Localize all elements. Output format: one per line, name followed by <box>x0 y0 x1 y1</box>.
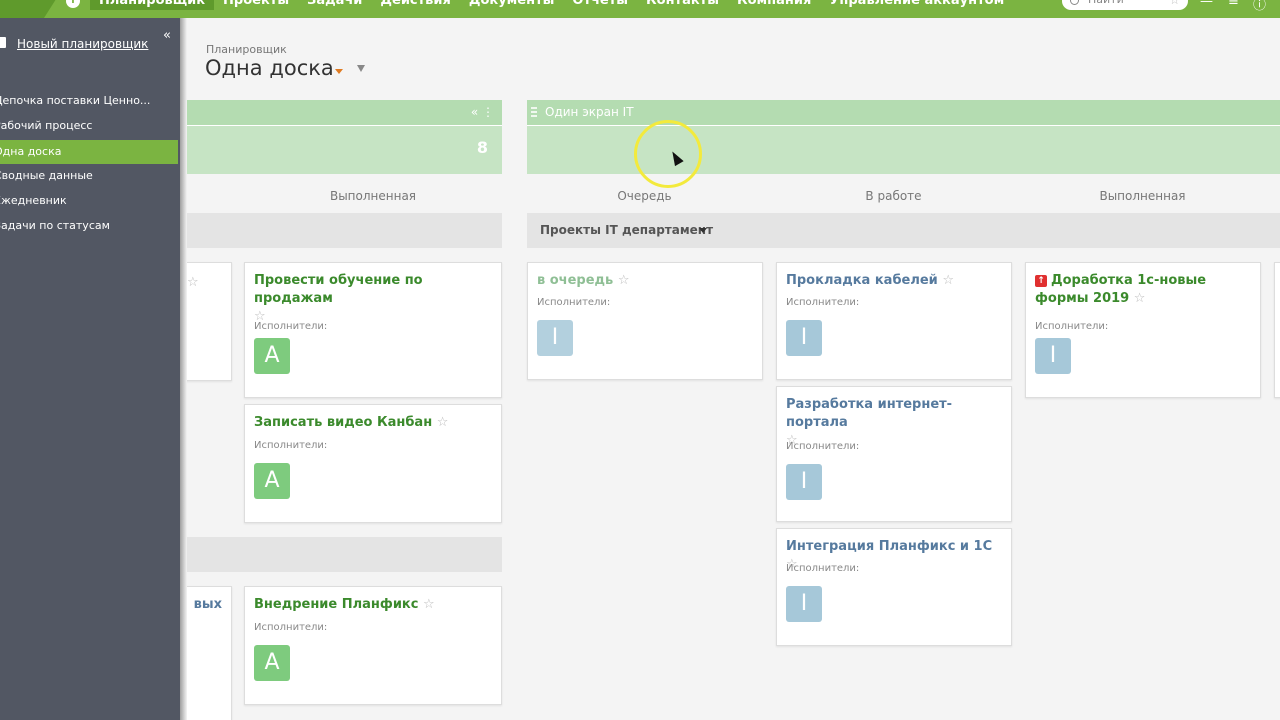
breadcrumb[interactable]: Планировщик <box>206 43 287 56</box>
task-card[interactable]: Интеграция Планфикс и 1С ☆ Исполнители: … <box>776 528 1012 646</box>
star-icon[interactable]: ☆ <box>618 273 630 288</box>
sidebar-item-workflow[interactable]: Рабочий процесс <box>0 114 178 138</box>
group-title: Один экран IT <box>545 105 634 119</box>
sidebar-item-summary[interactable]: Сводные данные <box>0 164 178 188</box>
task-card[interactable]: в очередь ☆ Исполнители: I <box>527 262 763 380</box>
column-queue: Очередь <box>617 189 672 203</box>
column-in-work: В работе <box>865 189 922 203</box>
assignee-avatar[interactable]: I <box>537 320 573 356</box>
group-task-count: 8 <box>476 138 488 157</box>
planner-title-link[interactable]: Новый планировщик <box>17 37 148 51</box>
high-priority-icon: ↑ <box>1035 275 1047 287</box>
assignees-label: Исполнители: <box>786 563 860 574</box>
sidebar-item-one-board[interactable]: Одна доска <box>0 140 178 164</box>
nav-projects[interactable]: Проекты <box>214 0 298 10</box>
sidebar-item-diary[interactable]: Ежедневник <box>0 189 178 213</box>
nav-contacts[interactable]: Контакты <box>637 0 728 10</box>
task-title[interactable]: в очередь ☆ <box>537 272 753 290</box>
notifications-icon[interactable]: ≡ <box>1228 0 1239 9</box>
nav-documents[interactable]: Документы <box>460 0 564 10</box>
sidebar: Новый планировщик « Цепочка поставки Цен… <box>0 18 187 720</box>
task-title-partial[interactable]: вых <box>194 596 222 614</box>
assignee-avatar[interactable]: I <box>1035 338 1071 374</box>
star-icon[interactable]: ☆ <box>1134 291 1146 306</box>
sidebar-item-tasks-by-status[interactable]: Задачи по статусам <box>0 214 178 238</box>
search-placeholder: Найти <box>1088 0 1124 8</box>
assignee-avatar[interactable]: А <box>254 338 290 374</box>
task-card[interactable]: Внедрение Планфикс ☆ Исполнители: А <box>244 586 502 705</box>
swimlane-it-department[interactable]: Проекты IT департамент <box>527 213 1280 248</box>
app-logo[interactable] <box>0 0 58 18</box>
assignees-label: Исполнители: <box>254 440 328 451</box>
menu-icon[interactable]: — <box>1200 0 1213 9</box>
page-title: Одна доска <box>205 56 334 80</box>
group-header-left: « ⋮ 8 <box>187 100 502 174</box>
assignee-avatar[interactable]: I <box>786 586 822 622</box>
assignees-label: Исполнители: <box>254 321 328 332</box>
assignees-label: Исполнители: <box>254 622 328 633</box>
task-card-partial[interactable]: ☆ <box>187 262 232 381</box>
assignee-avatar[interactable]: I <box>786 464 822 500</box>
task-card[interactable]: ↑ Доработка 1с-новые формы 2019 ☆ Исполни… <box>1025 262 1261 398</box>
assignees-label: Исполнители: <box>786 441 860 452</box>
star-icon[interactable]: ☆ <box>187 275 199 290</box>
star-icon[interactable]: ☆ <box>437 415 449 430</box>
nav-reports[interactable]: Отчеты <box>563 0 637 10</box>
nav-planner[interactable]: Планировщик <box>90 0 215 10</box>
task-title[interactable]: ↑ Доработка 1с-новые формы 2019 ☆ <box>1035 272 1251 308</box>
assignees-label: Исполнители: <box>1035 321 1109 332</box>
sidebar-item-value-chain[interactable]: Цепочка поставки Ценно... <box>0 89 178 113</box>
column-done: Выполненная <box>1099 189 1186 203</box>
help-icon[interactable]: ⓘ <box>1253 0 1266 13</box>
swimlane-left-2[interactable] <box>187 537 502 572</box>
task-card[interactable]: Записать видео Канбан ☆ Исполнители: А <box>244 404 502 523</box>
info-icon[interactable]: i <box>66 0 80 8</box>
swimlane-title: Проекты IT департамент <box>540 223 714 237</box>
main-nav: Планировщик Проекты Задачи Действия Доку… <box>90 0 1013 10</box>
nav-account[interactable]: Управление аккаунтом <box>820 0 1013 10</box>
task-title[interactable]: Провести обучение по продажам ☆ <box>254 272 492 326</box>
task-card[interactable]: Прокладка кабелей ☆ Исполнители: I <box>776 262 1012 380</box>
search-input[interactable]: Найти ☆ <box>1062 0 1188 10</box>
task-title[interactable]: Записать видео Канбан ☆ <box>254 414 492 432</box>
assignees-label: Исполнители: <box>786 297 860 308</box>
task-card[interactable]: Разработка интернет-портала ☆ Исполнители… <box>776 386 1012 522</box>
drag-handle-icon[interactable] <box>531 107 537 117</box>
assignees-label: Исполнители: <box>537 297 611 308</box>
nav-actions[interactable]: Действия <box>371 0 459 10</box>
board-area: Планировщик Одна доска « ⋮ 8 Один экран … <box>187 18 1280 720</box>
column-done-left: Выполненная <box>329 189 417 203</box>
swimlane-left[interactable] <box>187 213 502 248</box>
swimlane-caret-icon[interactable] <box>699 228 707 233</box>
task-card[interactable]: Провести обучение по продажам ☆ Исполните… <box>244 262 502 398</box>
sidebar-shadow <box>180 18 187 720</box>
nav-tasks[interactable]: Задачи <box>298 0 371 10</box>
task-card-partial[interactable]: вых <box>187 586 232 720</box>
board-switch-caret-icon[interactable] <box>335 69 343 74</box>
collapse-sidebar-icon[interactable]: « <box>163 28 171 43</box>
nav-company[interactable]: Компания <box>728 0 820 10</box>
group-header-bar: Один экран IT <box>527 100 1280 126</box>
assignee-avatar[interactable]: А <box>254 463 290 499</box>
top-nav-bar: i Планировщик Проекты Задачи Действия До… <box>0 0 1280 18</box>
favorite-star-icon[interactable]: ☆ <box>1169 0 1180 8</box>
task-title[interactable]: Внедрение Планфикс ☆ <box>254 596 492 614</box>
filter-icon[interactable] <box>357 65 365 72</box>
star-icon[interactable]: ☆ <box>423 597 435 612</box>
group-collapse-icon[interactable]: « ⋮ <box>471 100 494 125</box>
assignee-avatar[interactable]: А <box>254 645 290 681</box>
calendar-icon <box>0 37 6 48</box>
task-title[interactable]: Прокладка кабелей ☆ <box>786 272 1002 290</box>
star-icon[interactable]: ☆ <box>942 273 954 288</box>
assignee-avatar[interactable]: I <box>786 320 822 356</box>
group-header-bar: « ⋮ <box>187 100 502 126</box>
task-card-partial[interactable] <box>1274 262 1280 398</box>
search-icon <box>1070 0 1079 5</box>
